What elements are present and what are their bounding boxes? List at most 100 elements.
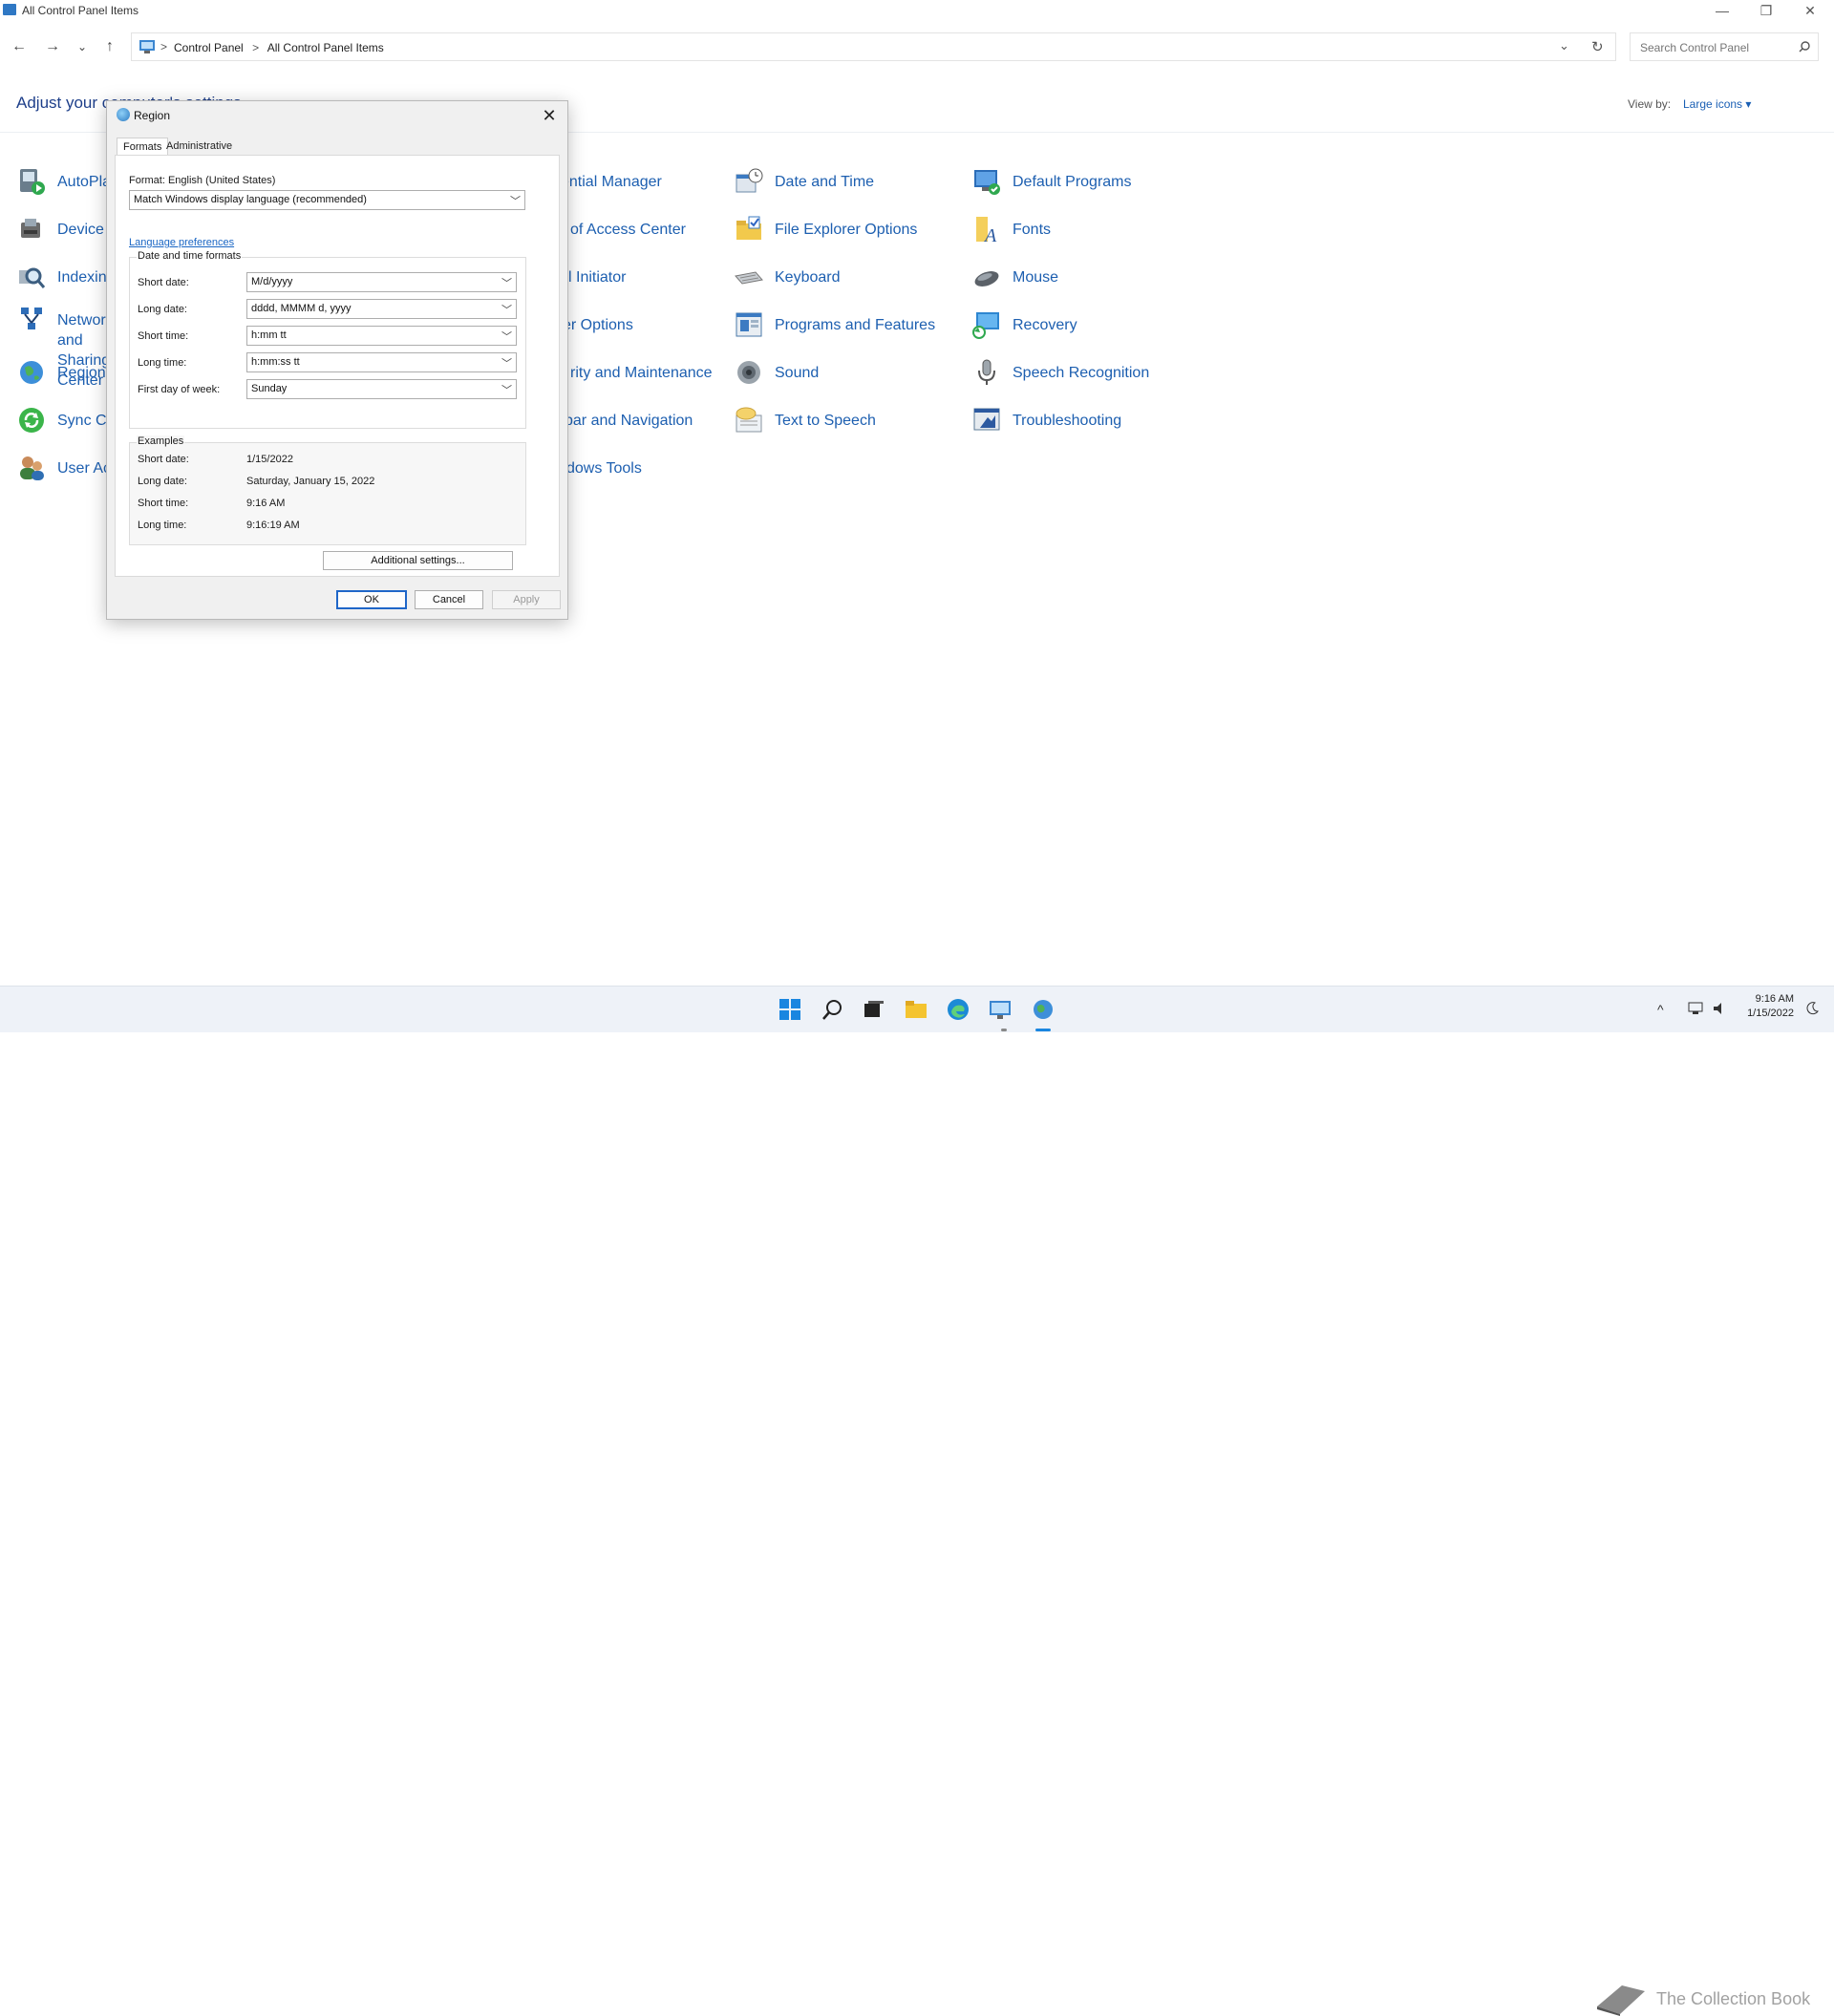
user-accounts-icon	[20, 456, 44, 480]
region-icon	[20, 361, 43, 384]
recovery-icon	[972, 312, 999, 339]
item-label: of Access Center	[570, 222, 686, 238]
view-by-dropdown[interactable]: Large icons ▾	[1683, 97, 1751, 111]
item-label: Troubleshooting	[1013, 413, 1122, 429]
group-title: Date and time formats	[137, 250, 243, 262]
recent-locations-icon[interactable]: ⌄	[72, 36, 93, 57]
keyboard-icon	[735, 271, 763, 285]
item-label: Mouse	[1013, 269, 1059, 286]
first-day-dropdown[interactable]: Sunday ﹀	[246, 379, 517, 399]
up-arrow-icon[interactable]: ↑	[99, 36, 120, 57]
cancel-button[interactable]: Cancel	[415, 590, 483, 609]
item-label: rity and Maintenance	[570, 365, 713, 381]
refresh-icon[interactable]: ↻	[1591, 38, 1604, 55]
additional-settings-button[interactable]: Additional settings...	[323, 551, 513, 570]
book-logo-icon	[1597, 1985, 1645, 2016]
tray-overflow-icon[interactable]: ^	[1657, 1002, 1664, 1017]
close-window-button[interactable]: ✕	[1788, 0, 1832, 23]
breadcrumb-separator: >	[252, 41, 260, 54]
example-short-date-label: Short date:	[138, 454, 189, 465]
windows-start-icon[interactable]	[778, 998, 801, 1021]
back-arrow-icon[interactable]: ←	[9, 36, 30, 57]
network-status-icon[interactable]	[1688, 1002, 1703, 1015]
long-date-label: Long date:	[138, 304, 187, 315]
restore-button[interactable]: ❐	[1744, 0, 1788, 23]
language-preferences-link[interactable]: Language preferences	[129, 233, 234, 250]
control-panel-icon	[3, 4, 16, 15]
notifications-icon[interactable]	[1805, 1002, 1819, 1015]
system-clock[interactable]: 9:16 AM 1/15/2022	[1747, 992, 1794, 1021]
example-long-date-label: Long date:	[138, 476, 187, 487]
clock-time: 9:16 AM	[1755, 993, 1794, 1005]
short-time-dropdown[interactable]: h:mm tt ﹀	[246, 326, 517, 346]
forward-arrow-icon[interactable]: →	[42, 36, 63, 57]
search-icon[interactable]	[1799, 41, 1810, 53]
sound-icon	[737, 361, 760, 384]
example-long-time-value: 9:16:19 AM	[246, 520, 300, 531]
breadcrumb-separator: >	[160, 40, 168, 53]
watermark: The Collection Book	[1593, 1978, 1834, 2016]
example-short-time-value: 9:16 AM	[246, 498, 286, 509]
format-dropdown[interactable]: Match Windows display language (recommen…	[129, 190, 525, 210]
datetime-formats-group: Date and time formats Short date: M/d/yy…	[129, 250, 526, 429]
item-label: bar and Navigation	[565, 413, 693, 429]
apply-button[interactable]: Apply	[492, 590, 561, 609]
microphone-icon	[978, 359, 995, 385]
chevron-down-icon: ﹀	[501, 331, 512, 343]
item-label: Fonts	[1013, 222, 1052, 238]
search-box[interactable]	[1630, 32, 1819, 61]
title-bar: All Control Panel Items — ❐ ✕	[0, 0, 1834, 23]
format-value: Match Windows display language (recommen…	[134, 194, 367, 205]
volume-icon[interactable]	[1713, 1002, 1728, 1015]
fonts-icon: A	[976, 217, 997, 244]
short-date-dropdown[interactable]: M/d/yyyy ﹀	[246, 272, 517, 292]
item-label: Programs and Features	[775, 317, 936, 333]
dialog-title: Region	[134, 109, 171, 122]
region-globe-icon[interactable]	[1032, 998, 1055, 1021]
control-panel-icon	[139, 40, 155, 53]
dialog-close-button[interactable]: ✕	[537, 103, 562, 128]
region-dialog: Region ✕ Formats Administrative Format: …	[106, 100, 568, 620]
example-long-time-label: Long time:	[138, 520, 187, 531]
address-dropdown-icon[interactable]: ⌄	[1559, 38, 1569, 53]
group-title: Examples	[137, 435, 185, 447]
search-icon[interactable]	[821, 998, 844, 1021]
breadcrumb-all-items[interactable]: All Control Panel Items	[267, 41, 384, 54]
chevron-down-icon: ﹀	[501, 278, 512, 289]
item-label: File Explorer Options	[775, 222, 918, 238]
first-day-value: Sunday	[251, 383, 288, 394]
address-bar[interactable]: > Control Panel > All Control Panel Item…	[131, 32, 1616, 61]
svg-text:A: A	[983, 225, 997, 244]
ok-button[interactable]: OK	[336, 590, 407, 609]
troubleshooting-icon	[973, 408, 1000, 431]
indexing-icon	[19, 267, 46, 288]
item-label: Date and Time	[775, 174, 875, 190]
breadcrumb-control-panel[interactable]: Control Panel	[174, 41, 244, 54]
sync-icon	[19, 408, 44, 433]
item-label: Speech Recognition	[1013, 365, 1150, 381]
taskbar: The Collection Book ^ 9:16 AM 1/15/2022	[0, 986, 1834, 2016]
item-label: l Initiator	[568, 269, 627, 286]
item-label: ential Manager	[561, 174, 662, 190]
device-manager-icon	[21, 219, 40, 238]
example-short-date-value: 1/15/2022	[246, 454, 293, 465]
tab-administrative[interactable]: Administrative	[160, 138, 238, 155]
long-date-value: dddd, MMMM d, yyyy	[251, 303, 352, 314]
edge-browser-icon[interactable]	[947, 998, 970, 1021]
long-date-dropdown[interactable]: dddd, MMMM d, yyyy ﹀	[246, 299, 517, 319]
long-time-dropdown[interactable]: h:mm:ss tt ﹀	[246, 352, 517, 372]
default-programs-icon	[974, 170, 1000, 195]
control-panel-icon[interactable]	[989, 998, 1012, 1021]
search-input[interactable]	[1638, 39, 1795, 56]
first-day-label: First day of week:	[138, 384, 221, 395]
globe-icon	[117, 108, 130, 121]
item-label: er Options	[563, 317, 633, 333]
file-explorer-icon[interactable]	[905, 998, 928, 1021]
short-time-value: h:mm tt	[251, 329, 287, 341]
item-label: Keyboard	[775, 269, 841, 286]
chevron-down-icon: ﹀	[501, 305, 512, 316]
short-date-label: Short date:	[138, 277, 189, 288]
minimize-button[interactable]: —	[1700, 0, 1744, 23]
task-view-icon[interactable]	[863, 998, 885, 1021]
chevron-down-icon: ﹀	[501, 385, 512, 396]
